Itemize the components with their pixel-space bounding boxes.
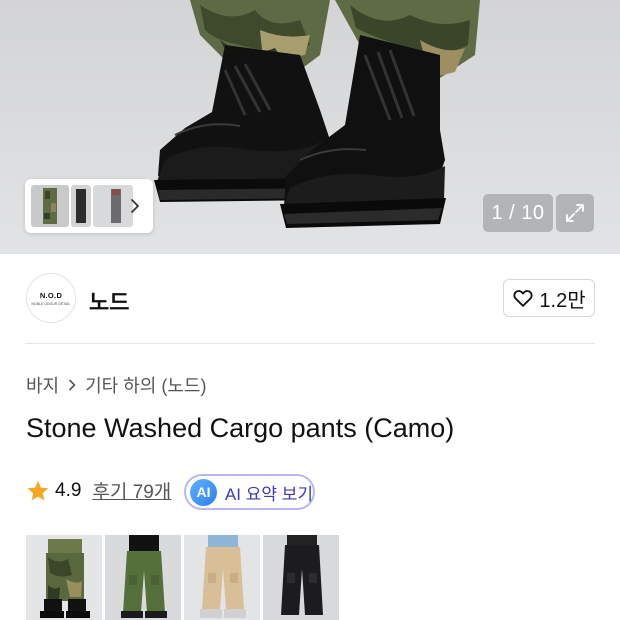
breadcrumb-item-pants[interactable]: 바지 (26, 372, 59, 398)
like-button[interactable]: 1.2만 (503, 279, 595, 317)
brand-row: N.O.D NOBLE ODOUR DETAIL 노드 1.2만 (0, 254, 620, 344)
ai-badge-icon: AI (190, 478, 217, 506)
brand-name[interactable]: 노드 (89, 285, 129, 317)
thumbnail-strip[interactable] (25, 179, 153, 233)
variant-thumbnails (26, 535, 339, 620)
brand-logo[interactable]: N.O.D NOBLE ODOUR DETAIL (26, 273, 76, 323)
breadcrumb: 바지 기타 하의 (노드) (26, 372, 206, 398)
variant-thumb-beige[interactable] (184, 535, 260, 620)
breadcrumb-item-other-bottoms[interactable]: 기타 하의 (노드) (85, 372, 206, 398)
variant-thumb-khaki[interactable] (105, 535, 181, 620)
image-counter: 1 / 10 (483, 194, 553, 232)
like-count: 1.2만 (539, 289, 586, 312)
rating-score: 4.9 (55, 479, 82, 501)
heart-icon (513, 290, 533, 307)
brand-logo-title: N.O.D (39, 290, 63, 300)
expand-button[interactable] (556, 194, 594, 232)
brand-logo-subtitle: NOBLE ODOUR DETAIL (31, 301, 71, 306)
product-hero-image[interactable]: 1 / 10 (0, 0, 620, 254)
variant-thumb-black[interactable] (263, 535, 339, 620)
black-pants-thumb[interactable] (71, 185, 91, 227)
rating-row: 4.9 후기 79개 (26, 477, 171, 504)
star-icon (27, 480, 49, 500)
variant-thumb-camo[interactable] (26, 535, 102, 620)
reviews-link[interactable]: 후기 79개 (92, 477, 171, 504)
camo-pants-thumb[interactable] (31, 185, 69, 227)
ai-summary-label: AI 요약 보기 (224, 484, 313, 504)
product-title: Stone Washed Cargo pants (Camo) (26, 413, 455, 443)
ai-summary-button[interactable]: AI AI 요약 보기 (184, 474, 315, 510)
chevron-right-icon (69, 379, 76, 391)
divider (25, 343, 595, 344)
expand-icon (566, 204, 584, 222)
chevron-right-icon[interactable] (125, 196, 145, 216)
